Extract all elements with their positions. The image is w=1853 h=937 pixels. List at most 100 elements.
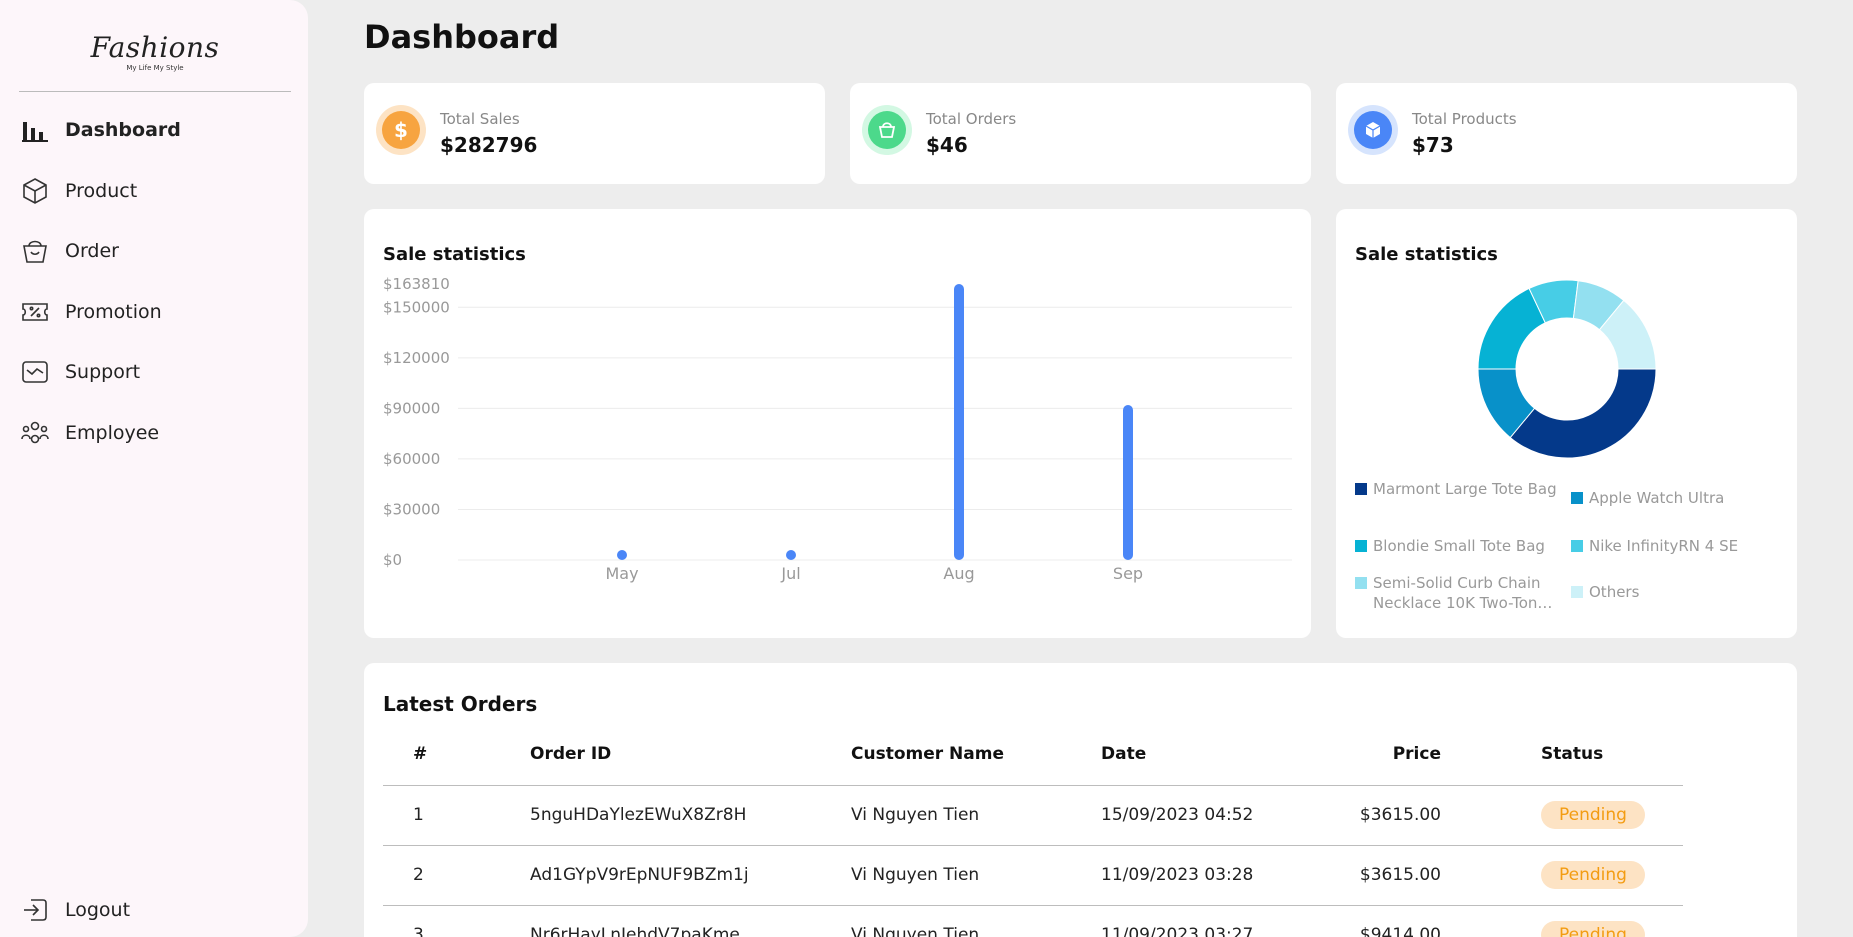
sidebar: Fashions My Life My Style Dashboard Prod… [0,0,308,937]
cell-price: $3615.00 [1301,785,1441,846]
status-badge: Pending [1541,921,1645,937]
sidebar-nav: Dashboard Product Order Promotion Suppor… [19,110,291,473]
column-header-date: Date [1101,723,1301,786]
legend-item: Blondie Small Tote Bag [1355,536,1560,556]
x-tick-label: Jul [780,564,800,583]
y-tick-label: $30000 [383,500,440,518]
column-header-num: # [383,723,530,786]
logout-button[interactable]: Logout [19,890,130,930]
sidebar-item-label: Product [65,179,138,202]
logout-label: Logout [65,899,131,921]
legend-swatch [1571,540,1583,552]
column-header-price: Price [1301,723,1441,786]
sidebar-item-order[interactable]: Order [19,231,291,271]
legend-label: Nike InfinityRN 4 SE [1589,537,1739,555]
logout-icon [19,894,51,926]
cell-order-id: Ad1GYpV9rEpNUF9BZm1j [530,845,851,906]
stat-card-total-products: Total Products $73 [1336,83,1797,184]
sidebar-item-label: Promotion [65,300,162,323]
legend-label: Others [1589,583,1640,601]
x-tick-label: Sep [1113,564,1143,583]
bar [786,550,796,560]
table-row[interactable]: 2 Ad1GYpV9rEpNUF9BZm1j Vi Nguyen Tien 11… [383,845,1683,906]
stat-value: $46 [926,133,968,157]
orders-title: Latest Orders [383,692,538,716]
cell-customer: Vi Nguyen Tien [851,785,1101,846]
y-tick-label: $60000 [383,450,440,468]
sale-donut-chart [1477,279,1657,459]
y-tick-label: $0 [383,551,402,569]
cell-customer: Vi Nguyen Tien [851,905,1101,937]
table-row[interactable]: 3 Nr6rHayLnJehdV7paKme Vi Nguyen Tien 11… [383,905,1683,937]
bar [1123,404,1133,560]
cell-num: 1 [383,785,530,846]
cell-date: 11/09/2023 03:27 [1101,905,1301,937]
sidebar-item-support[interactable]: Support [19,352,291,392]
sale-statistics-bar-card: Sale statistics $0 $30000 $60000 $90000 $120… [364,209,1311,638]
x-tick-label: Aug [943,564,974,583]
sidebar-item-employee[interactable]: Employee [19,413,291,453]
sidebar-item-label: Support [65,361,141,383]
sidebar-item-product[interactable]: Product [19,171,291,211]
legend-swatch [1571,492,1583,504]
y-tick-label: $150000 [383,298,450,316]
table-header-row: # Order ID Customer Name Date Price Stat… [383,723,1683,786]
sidebar-item-promotion[interactable]: Promotion [19,292,291,332]
sidebar-item-label: Employee [65,421,160,444]
legend-swatch [1355,577,1367,589]
cell-date: 15/09/2023 04:52 [1101,785,1301,846]
legend-swatch [1355,483,1367,495]
cell-order-id: Nr6rHayLnJehdV7paKme [530,905,851,937]
logo-tagline: My Life My Style [126,64,184,72]
legend-label: Marmont Large Tote Bag [1373,480,1557,498]
stat-card-total-sales: $ Total Sales $282796 [364,83,825,184]
stat-label: Total Sales [440,110,520,128]
legend-swatch [1355,540,1367,552]
column-header-status: Status [1441,723,1683,786]
cell-price: $9414.00 [1301,905,1441,937]
legend-item: Semi-Solid Curb Chain Necklace 10K Two-T… [1355,573,1560,613]
stat-label: Total Products [1412,110,1517,128]
cell-customer: Vi Nguyen Tien [851,845,1101,906]
table-row[interactable]: 1 5nguHDaYlezEWuX8Zr8H Vi Nguyen Tien 15… [383,785,1683,846]
orders-table: # Order ID Customer Name Date Price Stat… [383,723,1683,937]
page-title: Dashboard [364,18,560,56]
sidebar-item-dashboard[interactable]: Dashboard [19,110,291,150]
legend-label: Blondie Small Tote Bag [1373,537,1545,555]
stat-value: $73 [1412,133,1454,157]
column-header-order-id: Order ID [530,723,851,786]
inbox-icon [19,356,51,388]
cell-num: 2 [383,845,530,906]
sidebar-divider [19,91,291,92]
brand-logo[interactable]: Fashions My Life My Style [19,20,291,92]
bar [617,550,627,560]
people-icon [19,417,51,449]
bar-chart-icon [19,114,51,146]
logo-text: Fashions [90,31,220,64]
dollar-icon: $ [376,105,426,155]
sidebar-item-label: Order [65,240,119,262]
sale-statistics-donut-card: Sale statistics Marmont Large Tote Bag Ap… [1336,209,1797,638]
cell-order-id: 5nguHDaYlezEWuX8Zr8H [530,785,851,846]
legend-item: Apple Watch Ultra [1571,488,1771,508]
legend-label: Semi-Solid Curb Chain Necklace 10K Two-T… [1373,574,1553,612]
latest-orders-card: Latest Orders # Order ID Customer Name D… [364,663,1797,937]
ticket-icon [19,296,51,328]
status-badge: Pending [1541,861,1645,889]
box-icon [19,175,51,207]
stat-label: Total Orders [926,110,1017,128]
sidebar-item-label: Dashboard [65,119,181,141]
legend-item: Others [1571,582,1771,602]
cell-num: 3 [383,905,530,937]
sale-bar-chart: $0 $30000 $60000 $90000 $120000 $150000 $16381… [383,275,1292,583]
legend-swatch [1571,586,1583,598]
bar [954,284,964,560]
legend-item: Nike InfinityRN 4 SE [1571,536,1771,556]
basket-icon [862,105,912,155]
basket-icon [19,235,51,267]
cell-date: 11/09/2023 03:28 [1101,845,1301,906]
cell-price: $3615.00 [1301,845,1441,906]
cube-icon [1348,105,1398,155]
legend-label: Apple Watch Ultra [1589,489,1725,507]
column-header-customer: Customer Name [851,723,1101,786]
